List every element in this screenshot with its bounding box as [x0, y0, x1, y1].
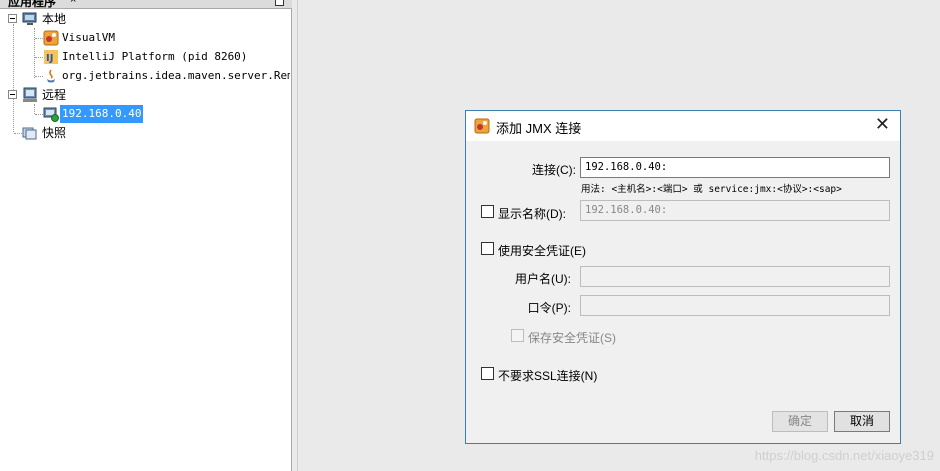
no-ssl-checkbox[interactable] — [481, 367, 494, 380]
usage-hint: 用法: <主机名>:<端口> 或 service:jmx:<协议>:<sap> — [581, 184, 842, 195]
java-icon — [43, 68, 59, 84]
applications-tab-title: 应用程序 — [8, 0, 57, 9]
remote-host-icon — [22, 87, 38, 103]
snapshots-icon — [22, 125, 38, 141]
save-credentials-checkbox[interactable] — [511, 329, 524, 342]
save-credentials-label: 保存安全凭证(S) — [528, 331, 616, 345]
local-computer-icon — [22, 11, 38, 27]
tree-node-intellij-label: IntelliJ Platform (pid 8260) — [62, 50, 248, 63]
tree-node-maven-server-label: org.jetbrains.idea.maven.server.Remote — [62, 69, 290, 82]
host-connected-icon — [43, 106, 59, 122]
connection-label: 连接(C): — [532, 163, 576, 177]
minimize-icon[interactable] — [275, 0, 284, 6]
tree-node-visualvm-label: VisualVM — [62, 31, 115, 44]
tree-node-local[interactable]: 本地 — [0, 10, 290, 28]
connection-input[interactable]: 192.168.0.40: — [580, 157, 890, 178]
tree-node-intellij[interactable]: IJ IntelliJ Platform (pid 8260) — [0, 48, 290, 66]
add-jmx-connection-dialog: 添加 JMX 连接 ✕ 连接(C): 192.168.0.40: 用法: <主机… — [465, 110, 901, 444]
collapse-icon[interactable] — [8, 14, 17, 23]
tree-node-remote[interactable]: 远程 — [0, 86, 290, 104]
tree-node-remote-host-label: 192.168.0.40 — [60, 105, 144, 123]
password-input[interactable] — [580, 295, 890, 316]
tree-node-snapshots[interactable]: 快照 — [0, 124, 290, 142]
username-label: 用户名(U): — [515, 272, 571, 286]
tab-close-icon[interactable]: × — [70, 0, 76, 6]
tree-node-visualvm[interactable]: VisualVM — [0, 29, 290, 47]
close-icon[interactable]: ✕ — [875, 114, 890, 135]
tree-node-remote-label: 远程 — [42, 88, 67, 102]
dialog-titlebar[interactable]: 添加 JMX 连接 ✕ — [466, 111, 900, 141]
display-name-input[interactable]: 192.168.0.40: — [580, 200, 890, 221]
cancel-button[interactable]: 取消 — [834, 411, 890, 432]
ok-button[interactable]: 确定 — [772, 411, 828, 432]
username-input[interactable] — [580, 266, 890, 287]
visualvm-icon — [43, 30, 59, 46]
panel-divider[interactable] — [297, 0, 298, 471]
applications-tab[interactable]: 应用程序 × — [0, 0, 292, 9]
tree-node-local-label: 本地 — [42, 12, 67, 26]
svg-text:IJ: IJ — [46, 53, 53, 64]
use-credentials-label: 使用安全凭证(E) — [498, 244, 586, 258]
collapse-icon[interactable] — [8, 90, 17, 99]
tree-node-snapshots-label: 快照 — [42, 126, 67, 140]
password-label: 口令(P): — [527, 301, 571, 315]
watermark: https://blog.csdn.net/xiaoye319 — [754, 448, 934, 463]
display-name-checkbox[interactable] — [481, 205, 494, 218]
tree-node-maven-server[interactable]: org.jetbrains.idea.maven.server.Remote — [0, 67, 290, 85]
visualvm-icon — [474, 118, 490, 134]
intellij-icon: IJ — [43, 49, 59, 65]
use-credentials-checkbox[interactable] — [481, 242, 494, 255]
applications-panel: 应用程序 × 本地 VisualVM IJ IntelliJ Platform … — [0, 0, 292, 471]
tree-node-remote-host[interactable]: 192.168.0.40 — [0, 105, 290, 123]
display-name-label: 显示名称(D): — [498, 207, 566, 221]
no-ssl-label: 不要求SSL连接(N) — [498, 369, 598, 383]
dialog-title: 添加 JMX 连接 — [496, 121, 582, 136]
